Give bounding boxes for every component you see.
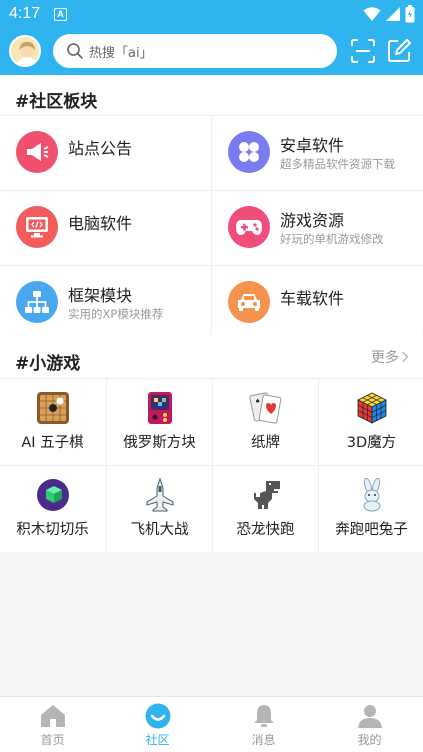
user-icon [358, 705, 382, 728]
car-icon [228, 281, 270, 323]
board-item-subtitle: 好玩的单机游戏修改 [280, 232, 384, 246]
signal-icon [386, 7, 400, 21]
board-item-car-software[interactable]: 车载软件 [212, 266, 422, 340]
nav-label: 消息 [251, 733, 276, 747]
search-placeholder: 热搜「ai」 [89, 46, 153, 61]
game-plane-war[interactable]: 飞机大战 [107, 466, 212, 552]
rubiks-cube-icon [355, 391, 389, 425]
notification-icon: A [54, 8, 67, 21]
battery-icon [405, 5, 415, 23]
dinosaur-icon [249, 478, 283, 512]
board-item-title: 电脑软件 [68, 214, 133, 233]
monitor-code-icon [16, 206, 58, 248]
board-item-pc-software[interactable]: 电脑软件 [0, 191, 210, 265]
game-label: 飞机大战 [130, 522, 189, 538]
board-item-subtitle: 超多精品软件资源下载 [280, 157, 395, 171]
scan-icon[interactable] [350, 38, 376, 64]
game-tetris[interactable]: 俄罗斯方块 [107, 379, 212, 465]
board-item-title: 车载软件 [280, 289, 345, 308]
search-icon [67, 43, 83, 59]
fighter-jet-icon [143, 478, 177, 512]
search-bar[interactable]: 热搜「ai」 [53, 34, 337, 68]
section-title: #小游戏 [15, 354, 81, 374]
nav-label: 首页 [40, 733, 65, 747]
edit-icon[interactable] [386, 38, 412, 64]
bottom-nav: 首页 社区 消息 我的 [0, 696, 423, 752]
game-rubiks-cube[interactable]: 3D魔方 [319, 379, 423, 465]
nav-label: 社区 [145, 733, 170, 747]
more-label: 更多 [371, 350, 399, 366]
board-item-android[interactable]: 安卓软件 超多精品软件资源下载 [212, 116, 422, 190]
board-item-announcement[interactable]: 站点公告 [0, 116, 210, 190]
board-item-framework-modules[interactable]: 框架模块 实用的XP模块推荐 [0, 266, 210, 340]
board-item-title: 框架模块 [68, 286, 133, 305]
game-label: 3D魔方 [346, 435, 397, 451]
board-item-title: 安卓软件 [280, 136, 345, 155]
board-item-game-resources[interactable]: 游戏资源 好玩的单机游戏修改 [212, 191, 422, 265]
status-time: 4:17 [9, 5, 41, 22]
game-run-rabbit[interactable]: 奔跑吧兔子 [319, 466, 423, 552]
game-label: 纸牌 [251, 435, 280, 451]
game-block-cut[interactable]: 积木切切乐 [0, 466, 105, 552]
rabbit-icon [355, 478, 389, 512]
nav-label: 我的 [357, 733, 382, 747]
game-label: 俄罗斯方块 [123, 435, 196, 451]
playing-cards-icon: ♠ [249, 391, 283, 425]
home-icon [41, 705, 65, 727]
game-label: 恐龙快跑 [236, 522, 295, 538]
section-title: #社区板块 [15, 92, 98, 112]
status-bar: 4:17 A [0, 0, 423, 28]
nav-item-community[interactable]: 社区 [105, 697, 210, 752]
nav-item-home[interactable]: 首页 [0, 697, 105, 752]
board-item-subtitle: 实用的XP模块推荐 [68, 307, 164, 321]
wifi-icon [363, 7, 381, 21]
board-item-title: 站点公告 [68, 139, 133, 158]
megaphone-icon [16, 131, 58, 173]
block-cut-icon [36, 478, 70, 512]
game-label: 奔跑吧兔子 [335, 522, 408, 538]
more-link[interactable]: 更多 [371, 347, 409, 367]
mini-games-section: #小游戏 更多 AI 五子棋 俄罗斯方块 ♠ 纸牌 3D魔方 积木切切乐 飞机大… [0, 337, 423, 552]
nav-item-messages[interactable]: 消息 [211, 697, 316, 752]
svg-text:♠: ♠ [255, 398, 260, 405]
community-icon [145, 703, 171, 729]
tetris-console-icon [143, 391, 177, 425]
gomoku-board-icon [36, 391, 70, 425]
game-solitaire[interactable]: ♠ 纸牌 [213, 379, 318, 465]
game-label: AI 五子棋 [21, 435, 84, 451]
game-label: 积木切切乐 [16, 522, 89, 538]
game-dino-run[interactable]: 恐龙快跑 [213, 466, 318, 552]
sitemap-icon [16, 281, 58, 323]
board-item-title: 游戏资源 [280, 211, 345, 230]
top-header: 4:17 A 热搜「ai」 [0, 0, 423, 75]
game-gomoku[interactable]: AI 五子棋 [0, 379, 105, 465]
community-board-section: #社区板块 站点公告 安卓软件 超多精品软件资源下载 电脑软件 游戏资源 好玩的… [0, 75, 423, 340]
gamepad-icon [228, 206, 270, 248]
grid-petals-icon [228, 131, 270, 173]
nav-item-profile[interactable]: 我的 [317, 697, 422, 752]
status-icons [363, 5, 415, 23]
avatar[interactable] [9, 35, 41, 67]
chevron-right-icon [401, 351, 409, 363]
bell-icon [254, 705, 274, 727]
